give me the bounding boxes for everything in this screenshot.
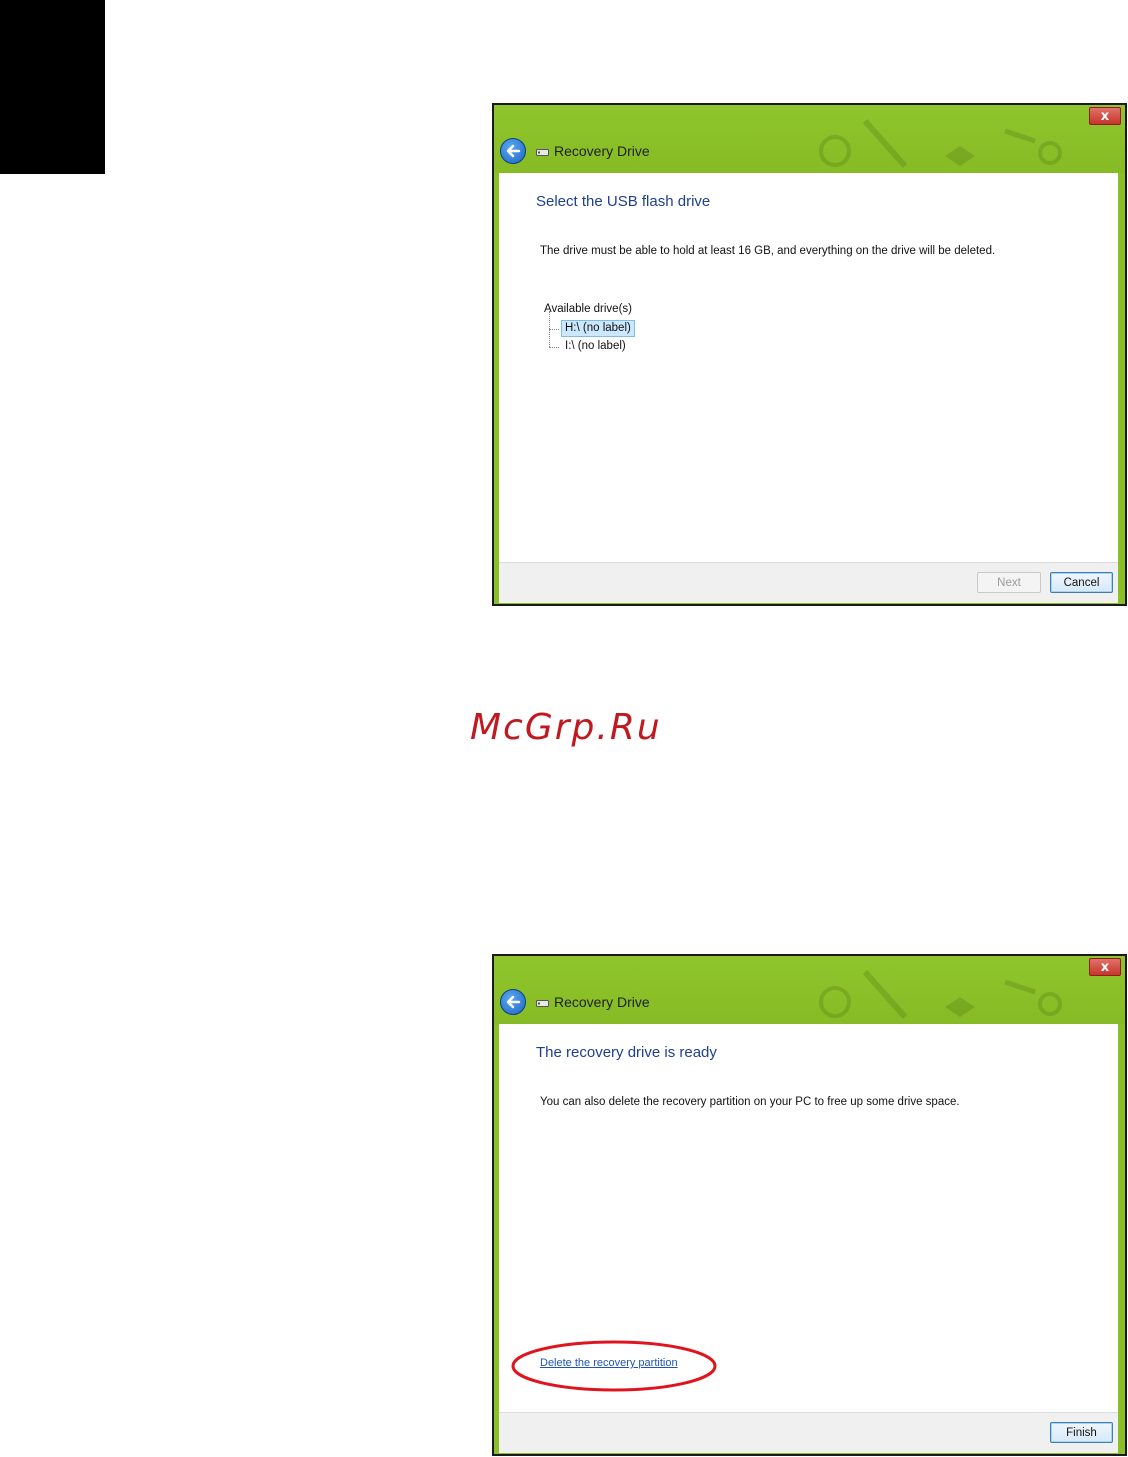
usb-drive-icon (536, 1000, 549, 1007)
back-button[interactable] (500, 989, 526, 1015)
close-button[interactable]: x (1089, 958, 1121, 976)
back-arrow-icon (506, 995, 521, 1009)
titlebar-decoration (819, 970, 1062, 1019)
page-description: The drive must be able to hold at least … (540, 245, 996, 257)
finish-button[interactable]: Finish (1050, 1422, 1113, 1443)
window-title: Recovery Drive (554, 994, 650, 1010)
back-arrow-icon (506, 144, 521, 158)
recovery-drive-window-ready: x Recovery Drive The recovery drive is r… (492, 954, 1127, 1456)
drive-item-h[interactable]: H:\ (no label) (544, 311, 635, 338)
wizard-content: The recovery drive is ready You can also… (499, 1024, 1118, 1412)
close-icon: x (1100, 959, 1110, 975)
cancel-button[interactable]: Cancel (1050, 572, 1113, 593)
drive-item-label: I:\ (no label) (565, 340, 626, 352)
wizard-footer: Next Cancel (499, 562, 1118, 603)
wizard-content: Select the USB flash drive The drive mus… (499, 173, 1118, 562)
wizard-footer: Finish (499, 1412, 1118, 1453)
page-description: You can also delete the recovery partiti… (540, 1096, 960, 1108)
titlebar-decoration (819, 119, 1062, 168)
title-bar: x Recovery Drive (494, 956, 1125, 1024)
back-button[interactable] (500, 138, 526, 164)
title-bar: x Recovery Drive (494, 105, 1125, 173)
close-icon: x (1100, 108, 1110, 124)
drive-tree: Available drive(s) H:\ (no label) I:\ (n… (544, 303, 635, 356)
delete-recovery-partition-link[interactable]: Delete the recovery partition (540, 1357, 678, 1369)
drive-item-label: H:\ (no label) (561, 320, 635, 337)
close-button[interactable]: x (1089, 107, 1121, 125)
site-watermark: McGrp.Ru (470, 707, 662, 748)
black-corner-block (0, 0, 105, 174)
next-button[interactable]: Next (977, 572, 1041, 593)
page-heading: The recovery drive is ready (536, 1044, 717, 1061)
tree-root-label: Available drive(s) (544, 303, 632, 315)
drive-item-i[interactable]: I:\ (no label) (544, 329, 635, 356)
usb-drive-icon (536, 149, 549, 156)
page-heading: Select the USB flash drive (536, 193, 711, 210)
recovery-drive-window-select: x Recovery Drive Select the USB flash dr… (492, 103, 1127, 606)
window-title: Recovery Drive (554, 143, 650, 159)
